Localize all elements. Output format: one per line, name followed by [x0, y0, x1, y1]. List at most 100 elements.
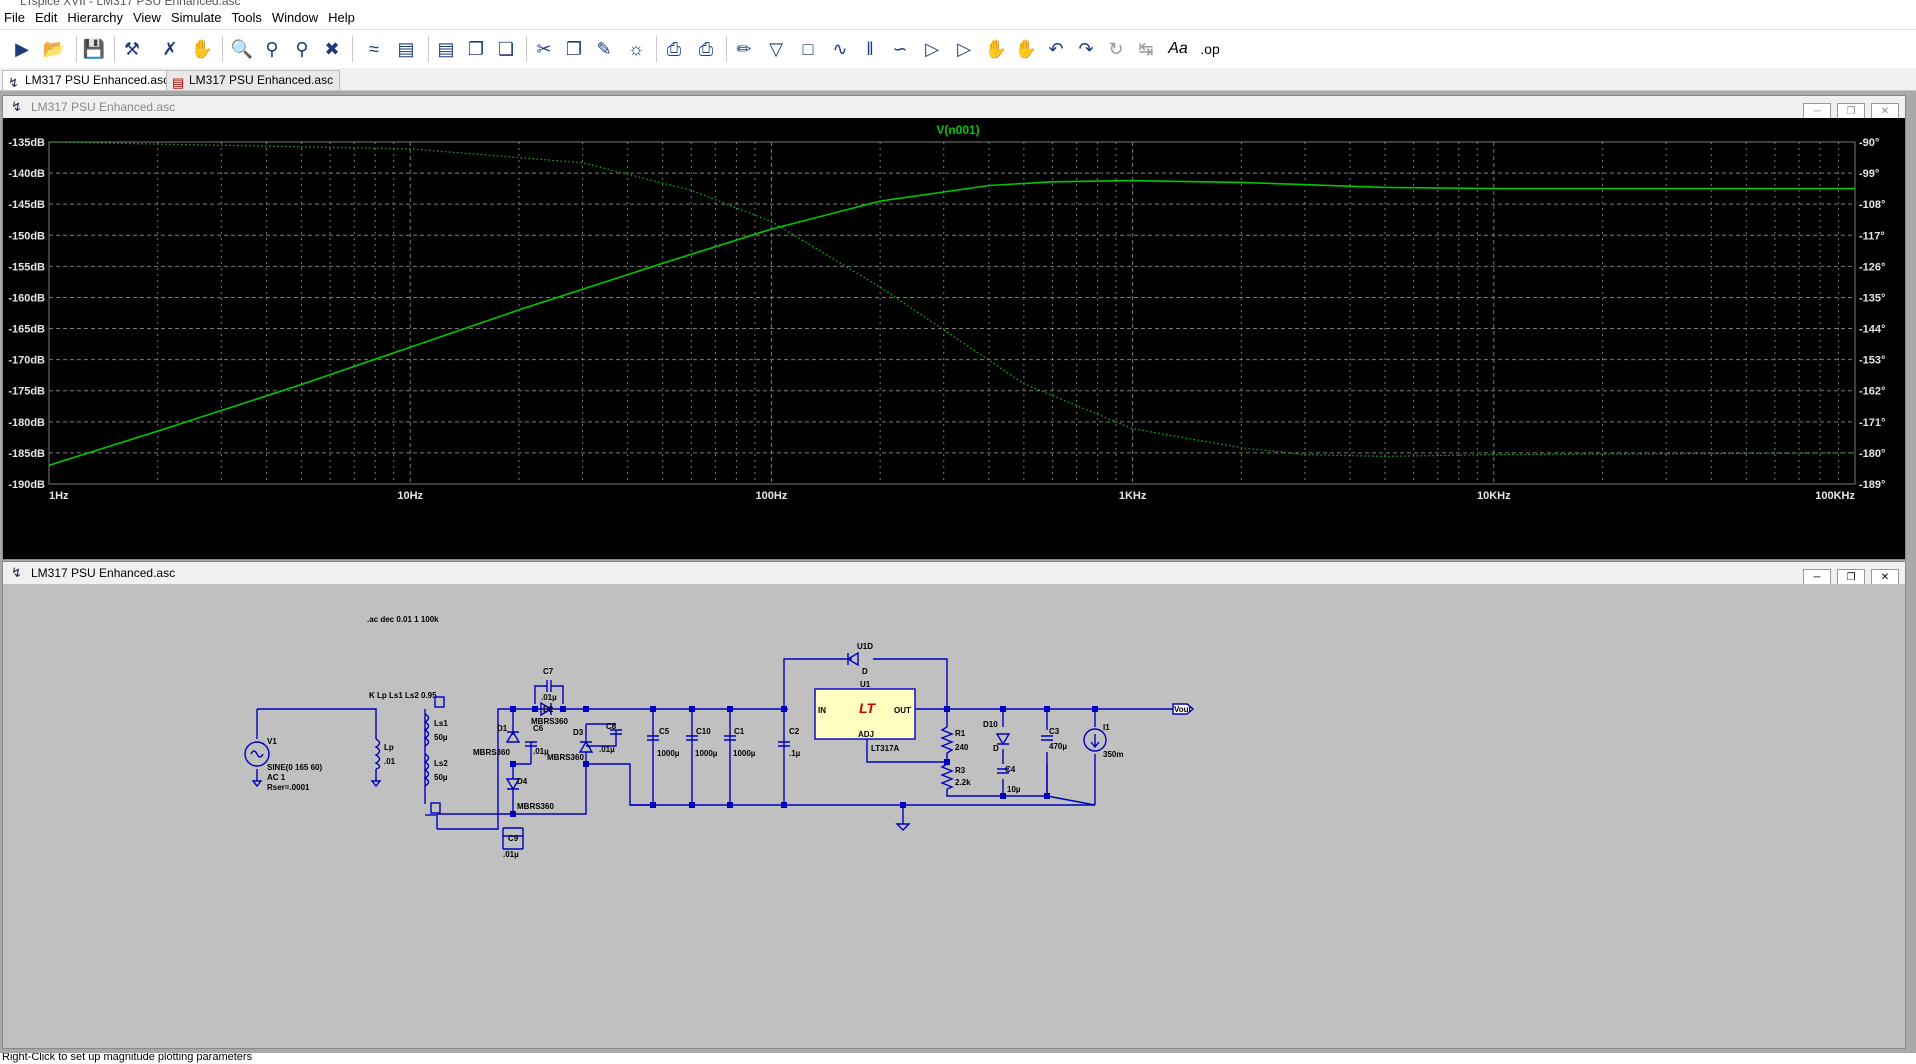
mirror-icon[interactable]: ↹	[1132, 35, 1160, 63]
schematic-window-title: LM317 PSU Enhanced.asc	[31, 566, 176, 580]
label-c5-value: 1000µ	[657, 749, 680, 758]
label-c9-value: .01µ	[503, 850, 519, 859]
x-tick-label: 100Hz	[756, 490, 788, 502]
waveform-icon: ▤	[172, 75, 185, 90]
tab-label: LM317 PSU Enhanced.asc	[25, 73, 170, 87]
tab-waveform[interactable]: ▤ LM317 PSU Enhanced.asc	[166, 70, 341, 90]
label-v1-rser: Rser=.0001	[267, 783, 310, 792]
toolbar-separator	[222, 36, 223, 62]
net-label-icon[interactable]: □	[794, 35, 822, 63]
menu-tools[interactable]: Tools	[228, 8, 268, 26]
rotate-icon[interactable]: ↻	[1102, 35, 1130, 63]
schematic-icon: ↯	[8, 75, 19, 90]
label-c4-value: 10µ	[1007, 785, 1021, 794]
capacitor-icon[interactable]: ‖	[856, 35, 884, 63]
menu-window[interactable]: Window	[268, 8, 324, 26]
menu-help[interactable]: Help	[324, 8, 361, 26]
trace-label[interactable]: V(n001)	[936, 123, 979, 137]
x-tick-label: 100KHz	[1815, 490, 1855, 502]
draw-wire-icon[interactable]: ✏	[730, 35, 758, 63]
run-icon[interactable]: ▶	[8, 35, 36, 63]
control-panel-icon[interactable]: ⚒	[118, 35, 146, 63]
y-right-tick-label: -171°	[1859, 417, 1885, 429]
move-icon[interactable]: ✋	[982, 35, 1010, 63]
print-setup-icon[interactable]: ⎙	[660, 35, 688, 63]
menu-hierarchy[interactable]: Hierarchy	[63, 8, 129, 26]
ground-icon[interactable]: ▽	[762, 35, 790, 63]
zoom-out-icon[interactable]: ⚲	[288, 35, 316, 63]
label-c5: C5	[659, 727, 670, 736]
find-icon[interactable]: ☼	[622, 35, 650, 63]
label-v1-value: SINE(0 165 60)	[267, 763, 322, 772]
menu-file[interactable]: File	[0, 8, 31, 26]
paste-icon[interactable]: ✎	[590, 35, 618, 63]
ac-directive[interactable]: .ac dec 0.01 1 100k	[367, 615, 439, 624]
label-c6: C6	[533, 724, 544, 733]
schematic-canvas[interactable]: .ac dec 0.01 1 100k K Lp Ls1 Ls2 0.95 LT…	[3, 584, 1905, 1048]
label-d2: D2	[543, 705, 554, 714]
probe-icon[interactable]: ✗	[156, 35, 184, 63]
close-all-icon[interactable]: ❏	[492, 35, 520, 63]
y-left-tick-label: -135dB	[8, 137, 45, 149]
cut-icon[interactable]: ✂	[530, 35, 558, 63]
y-right-tick-label: -180°	[1859, 448, 1885, 460]
plot-window: ↯ LM317 PSU Enhanced.asc ─ ❐ ✕ -135dB -140d…	[2, 95, 1906, 560]
waveform-icon: ↯	[11, 99, 22, 114]
label-u1-out: OUT	[894, 706, 911, 715]
coupling-directive[interactable]: K Lp Ls1 Ls2 0.95	[369, 691, 437, 700]
label-i1: I1	[1103, 723, 1110, 732]
zoom-rect-icon[interactable]: ⚲	[258, 35, 286, 63]
inductor-icon[interactable]: ∽	[886, 35, 914, 63]
zoom-cancel-icon[interactable]: ✖	[318, 35, 346, 63]
y-left-tick-label: -190dB	[8, 479, 45, 491]
tile-horizontal-icon[interactable]: ▤	[432, 35, 460, 63]
bode-plot[interactable]: -135dB -140dB -145dB -150dB -155dB -160dB -165…	[3, 118, 1905, 559]
label-d3: D3	[573, 728, 584, 737]
autorange-icon[interactable]: ≈	[360, 35, 388, 63]
save-icon[interactable]: 💾	[80, 35, 108, 63]
y-right-tick-label: -117°	[1859, 230, 1885, 242]
label-d3-model: MBRS360	[547, 753, 584, 762]
label-ls1: Ls1	[434, 719, 448, 728]
y-left-tick-label: -140dB	[8, 168, 45, 180]
menu-simulate[interactable]: Simulate	[167, 8, 228, 26]
pan-icon[interactable]: ✋	[188, 35, 216, 63]
label-lp-value: .01	[384, 757, 396, 766]
x-tick-label: 1Hz	[49, 490, 69, 502]
toolbar-separator	[428, 36, 429, 62]
y-left-tick-label: -165dB	[8, 324, 45, 336]
y-right-tick-label: -162°	[1859, 386, 1885, 398]
spice-directive-icon[interactable]: .op	[1196, 35, 1224, 63]
menu-view[interactable]: View	[129, 8, 167, 26]
label-c1-value: 1000µ	[733, 749, 756, 758]
open-icon[interactable]: 📂	[40, 35, 68, 63]
copy-icon[interactable]: ❐	[560, 35, 588, 63]
menu-edit[interactable]: Edit	[31, 8, 63, 26]
label-u1-part: LT317A	[871, 744, 900, 753]
label-d1-model: MBRS360	[473, 748, 510, 757]
redo-icon[interactable]: ↷	[1072, 35, 1100, 63]
resistor-icon[interactable]: ∿	[826, 35, 854, 63]
label-u1d: U1D	[857, 642, 873, 651]
label-c3: C3	[1049, 727, 1060, 736]
toolbar-separator	[352, 36, 353, 62]
tab-schematic[interactable]: ↯ LM317 PSU Enhanced.asc	[2, 70, 177, 90]
status-text: Right-Click to set up magnitude plotting…	[2, 1053, 253, 1063]
y-right-tick-label: -135°	[1859, 292, 1885, 304]
main-toolbar: ▶ 📂 💾 ⚒ ✗ ✋ 🔍 ⚲ ⚲ ✖ ≈ ▤ ▤ ❐ ❏ ✂ ❐ ✎ ☼ ⎙ …	[0, 29, 1916, 69]
label-c3-value: 470µ	[1049, 742, 1067, 751]
label-c7: C7	[543, 667, 554, 676]
component-icon[interactable]: ▷	[950, 35, 978, 63]
label-i1-value: 350m	[1103, 750, 1123, 759]
zoom-in-icon[interactable]: 🔍	[228, 35, 256, 63]
toolbar-separator	[114, 36, 115, 62]
label-r3: R3	[955, 766, 966, 775]
drag-icon[interactable]: ✋	[1012, 35, 1040, 63]
status-bar: Right-Click to set up magnitude plotting…	[0, 1053, 1916, 1064]
cascade-icon[interactable]: ❐	[462, 35, 490, 63]
undo-icon[interactable]: ↶	[1042, 35, 1070, 63]
view-fft-icon[interactable]: ▤	[392, 35, 420, 63]
diode-icon[interactable]: ▷	[918, 35, 946, 63]
print-icon[interactable]: ⎙	[692, 35, 720, 63]
text-icon[interactable]: Aa	[1164, 35, 1192, 63]
